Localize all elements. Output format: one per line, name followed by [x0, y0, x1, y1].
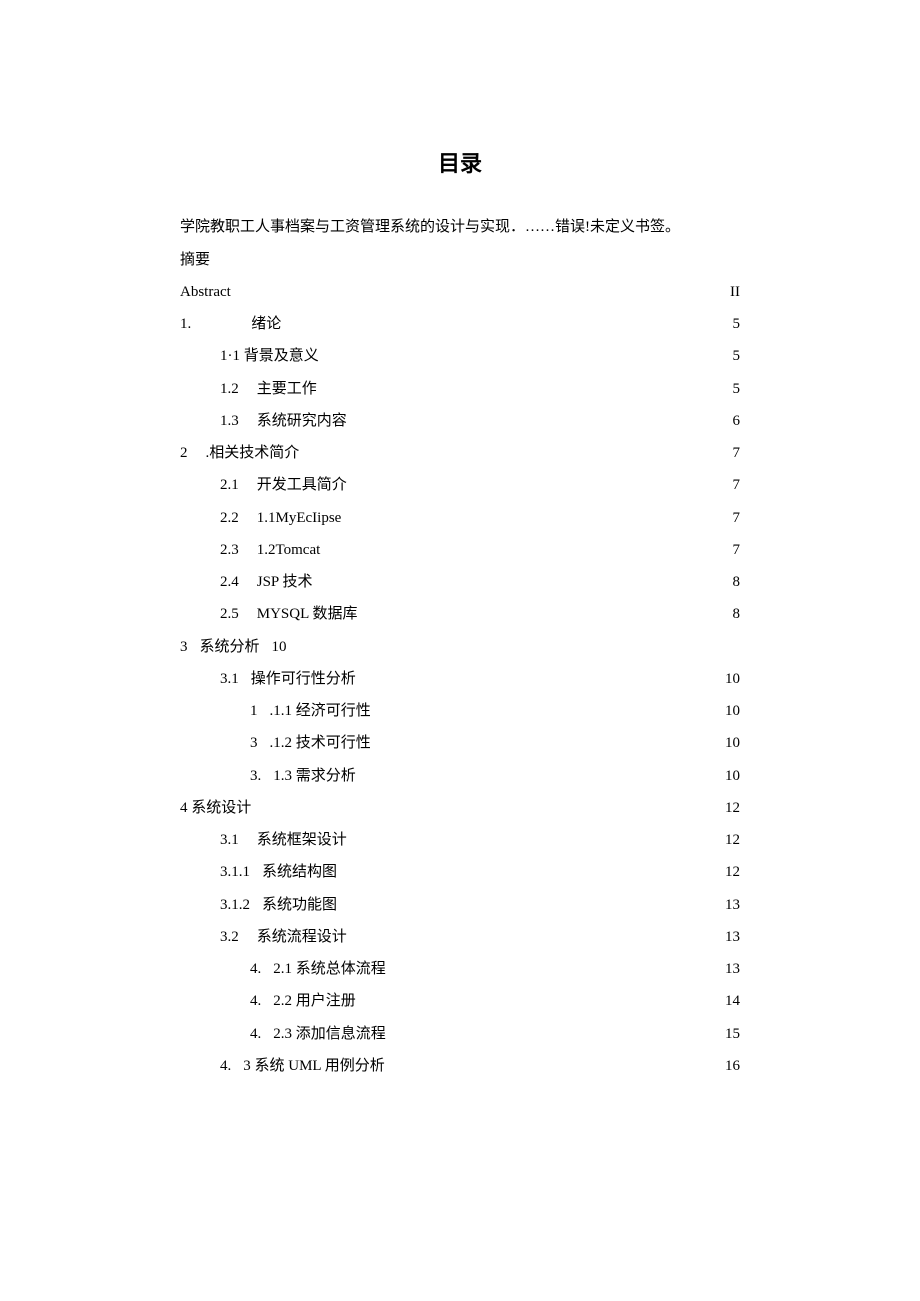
toc-entry: 1·1 背景及意义 5 — [180, 340, 740, 372]
toc-entry: 2.相关技术简介 7 — [180, 437, 740, 469]
toc-entry: 3.1.2系统功能图 13 — [180, 889, 740, 921]
toc-entry-label: 3.1.2 技术可行性 — [250, 727, 371, 759]
toc-entry-page: 12 — [722, 856, 740, 888]
toc-entry-page: 6 — [722, 405, 740, 437]
toc-entry: 3.1.1系统结构图 12 — [180, 856, 740, 888]
toc-entry: 摘要 — [180, 244, 740, 276]
toc-entry: 4.2.1 系统总体流程 13 — [180, 953, 740, 985]
toc-entry-page: 7 — [722, 534, 740, 566]
toc-entry-label: 4.2.2 用户注册 — [250, 985, 356, 1017]
toc-entry-page: 13 — [722, 889, 740, 921]
toc-title: 目录 — [180, 140, 740, 187]
toc-entry: 2.4JSP 技术 8 — [180, 566, 740, 598]
toc-entry: 3.1系统框架设计 12 — [180, 824, 740, 856]
toc-entry-label: 2.31.2Tomcat — [220, 534, 320, 566]
toc-entry-page: 10 — [722, 663, 740, 695]
toc-entry: 2.5MYSQL 数据库 8 — [180, 598, 740, 630]
toc-entry-label: 1·1 背景及意义 — [220, 340, 319, 372]
toc-entry: 4.2.3 添加信息流程 15 — [180, 1018, 740, 1050]
toc-entry-page: 8 — [722, 566, 740, 598]
toc-entry-label: 1.2主要工作 — [220, 373, 317, 405]
toc-entry: 1.3系统研究内容 6 — [180, 405, 740, 437]
toc-entry: 2.21.1MyEcIipse 7 — [180, 502, 740, 534]
toc-entry-label: 1.绪论 — [180, 308, 281, 340]
toc-entry-label: Abstract — [180, 276, 231, 308]
toc-entry-page: 7 — [722, 469, 740, 501]
toc-entry-label: 3.1.2系统功能图 — [220, 889, 337, 921]
toc-entry-label: 3.1.1系统结构图 — [220, 856, 337, 888]
toc-entry-page: 5 — [722, 308, 740, 340]
toc-entry-page: II — [722, 276, 740, 308]
toc-entry: 1.1.1 经济可行性 10 — [180, 695, 740, 727]
toc-entry-label: 4.3 系统 UML 用例分析 — [220, 1050, 385, 1082]
toc-entry: 1.绪论 5 — [180, 308, 740, 340]
toc-entry-page: 10 — [722, 760, 740, 792]
toc-entry-label: 3.1系统框架设计 — [220, 824, 347, 856]
toc-entry-label: 2.21.1MyEcIipse — [220, 502, 341, 534]
toc-list: 学院教职工人事档案与工资管理系统的设计与实现．……错误!未定义书签。摘要Abst… — [180, 211, 740, 1082]
toc-entry-label: 2.4JSP 技术 — [220, 566, 312, 598]
toc-entry: 4.3 系统 UML 用例分析 16 — [180, 1050, 740, 1082]
toc-entry-page: 5 — [722, 340, 740, 372]
toc-entry: 1.2主要工作 5 — [180, 373, 740, 405]
toc-entry-page: 7 — [722, 502, 740, 534]
document-page: 目录 学院教职工人事档案与工资管理系统的设计与实现．……错误!未定义书签。摘要A… — [0, 0, 920, 1301]
toc-entry-page: 15 — [722, 1018, 740, 1050]
toc-entry-page: 13 — [722, 921, 740, 953]
toc-entry: 3.2系统流程设计 13 — [180, 921, 740, 953]
toc-entry-label: 1.1.1 经济可行性 — [250, 695, 371, 727]
toc-entry: 3.1.2 技术可行性 10 — [180, 727, 740, 759]
toc-entry-label: 4.2.3 添加信息流程 — [250, 1018, 386, 1050]
toc-entry-page: 7 — [722, 437, 740, 469]
toc-entry-label: 2.相关技术简介 — [180, 437, 299, 469]
toc-entry: 学院教职工人事档案与工资管理系统的设计与实现．……错误!未定义书签。 — [180, 211, 740, 243]
toc-entry-page: 12 — [722, 824, 740, 856]
toc-entry-page: 10 — [722, 695, 740, 727]
toc-entry-label: 2.1开发工具简介 — [220, 469, 347, 501]
toc-entry-page: 8 — [722, 598, 740, 630]
toc-entry: Abstract II — [180, 276, 740, 308]
toc-entry-page: 5 — [722, 373, 740, 405]
toc-entry-label: 3.1.3 需求分析 — [250, 760, 356, 792]
toc-entry-label: 3系统分析10 — [180, 631, 287, 663]
toc-entry-page: 13 — [722, 953, 740, 985]
toc-entry-label: 3.2系统流程设计 — [220, 921, 347, 953]
toc-entry-page: 12 — [722, 792, 740, 824]
toc-entry-label: 学院教职工人事档案与工资管理系统的设计与实现．……错误!未定义书签。 — [180, 211, 680, 243]
toc-entry: 4 系统设计 12 — [180, 792, 740, 824]
toc-entry-label: 3.1操作可行性分析 — [220, 663, 356, 695]
toc-entry: 3系统分析10 — [180, 631, 740, 663]
toc-entry-label: 2.5MYSQL 数据库 — [220, 598, 357, 630]
toc-entry: 2.1开发工具简介 7 — [180, 469, 740, 501]
toc-entry-page: 14 — [722, 985, 740, 1017]
toc-entry-label: 摘要 — [180, 244, 210, 276]
toc-entry: 3.1.3 需求分析 10 — [180, 760, 740, 792]
toc-entry: 4.2.2 用户注册 14 — [180, 985, 740, 1017]
toc-entry-page: 10 — [722, 727, 740, 759]
toc-entry-label: 1.3系统研究内容 — [220, 405, 347, 437]
toc-entry-page: 16 — [722, 1050, 740, 1082]
toc-entry-label: 4.2.1 系统总体流程 — [250, 953, 386, 985]
toc-entry-label: 4 系统设计 — [180, 792, 251, 824]
toc-entry: 2.31.2Tomcat 7 — [180, 534, 740, 566]
toc-entry: 3.1操作可行性分析 10 — [180, 663, 740, 695]
